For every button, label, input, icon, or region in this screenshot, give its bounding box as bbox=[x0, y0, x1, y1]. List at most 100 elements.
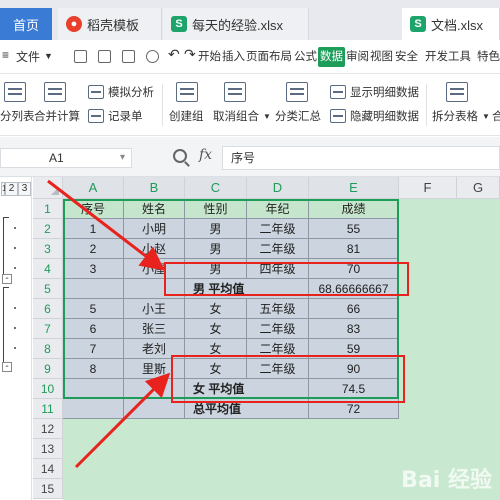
tab-start[interactable]: 开始 bbox=[197, 47, 222, 67]
name-box[interactable]: A1 ▾ bbox=[0, 148, 132, 168]
table-cell[interactable]: 五年级 bbox=[247, 299, 309, 319]
row-header[interactable]: 10 bbox=[33, 379, 63, 399]
table-cell[interactable]: 6 bbox=[63, 319, 124, 339]
record-form-button[interactable]: 记录单 bbox=[88, 108, 143, 124]
table-cell[interactable]: 男 bbox=[185, 259, 247, 279]
outline-level-2-button[interactable]: 2 bbox=[5, 182, 18, 196]
tab-page-layout[interactable]: 页面布局 bbox=[245, 47, 293, 67]
table-cell[interactable]: 四年级 bbox=[247, 259, 309, 279]
table-cell[interactable]: 二年级 bbox=[247, 239, 309, 259]
row-header[interactable]: 5 bbox=[33, 279, 63, 299]
tab-data[interactable]: 数据 bbox=[318, 47, 345, 67]
tab-file-experience[interactable]: S 每天的经验.xlsx bbox=[163, 8, 309, 40]
table-cell[interactable]: 70 bbox=[309, 259, 399, 279]
tab-file-document[interactable]: S 文档.xlsx bbox=[402, 8, 500, 40]
table-cell[interactable]: 81 bbox=[309, 239, 399, 259]
subtotal-label-cell[interactable]: 男 平均值 bbox=[185, 279, 309, 299]
table-cell[interactable] bbox=[124, 399, 185, 419]
row-header[interactable]: 12 bbox=[33, 419, 63, 439]
column-header[interactable]: E bbox=[309, 177, 399, 199]
row-header[interactable]: 3 bbox=[33, 239, 63, 259]
row-header[interactable]: 9 bbox=[33, 359, 63, 379]
column-header[interactable]: C bbox=[185, 177, 247, 199]
table-cell[interactable] bbox=[124, 279, 185, 299]
row-header[interactable]: 2 bbox=[33, 219, 63, 239]
table-cell[interactable]: 55 bbox=[309, 219, 399, 239]
table-cell[interactable]: 66 bbox=[309, 299, 399, 319]
table-cell[interactable] bbox=[63, 379, 124, 399]
table-header-cell[interactable]: 成绩 bbox=[309, 199, 399, 219]
tab-view[interactable]: 视图 bbox=[369, 47, 394, 67]
cell-grid[interactable]: 序号 姓名 性别 年纪 成绩 1 小明 男 二年级 55 2 小赵 男 二年级 … bbox=[63, 199, 500, 500]
export-pdf-icon[interactable] bbox=[98, 50, 111, 63]
table-cell[interactable]: 二年级 bbox=[247, 359, 309, 379]
row-header[interactable]: 1 bbox=[33, 199, 63, 219]
row-header[interactable]: 13 bbox=[33, 439, 63, 459]
undo-icon[interactable]: ↶ bbox=[168, 46, 180, 63]
table-cell[interactable]: 59 bbox=[309, 339, 399, 359]
table-cell[interactable]: 女 bbox=[185, 299, 247, 319]
table-cell[interactable]: 老刘 bbox=[124, 339, 185, 359]
formula-input[interactable]: 序号 bbox=[222, 146, 500, 170]
subtotal-value-cell[interactable]: 68.66666667 bbox=[309, 279, 399, 299]
outline-collapse-button[interactable]: - bbox=[2, 274, 12, 284]
row-header[interactable]: 6 bbox=[33, 299, 63, 319]
table-cell[interactable]: 5 bbox=[63, 299, 124, 319]
tab-security[interactable]: 安全 bbox=[394, 47, 419, 67]
table-cell[interactable]: 3 bbox=[63, 259, 124, 279]
table-cell[interactable]: 小赵 bbox=[124, 239, 185, 259]
zoom-icon[interactable] bbox=[173, 149, 187, 163]
table-cell[interactable]: 8 bbox=[63, 359, 124, 379]
split-list-button[interactable]: 分列表 bbox=[0, 108, 35, 124]
print-preview-icon[interactable] bbox=[146, 50, 159, 63]
table-cell[interactable]: 2 bbox=[63, 239, 124, 259]
subtotal-value-cell[interactable]: 74.5 bbox=[309, 379, 399, 399]
row-header[interactable]: 8 bbox=[33, 339, 63, 359]
chevron-down-icon[interactable]: ▼ bbox=[44, 51, 53, 61]
row-header[interactable]: 7 bbox=[33, 319, 63, 339]
table-cell[interactable] bbox=[63, 279, 124, 299]
ungroup-button[interactable]: 取消组合 ▼ bbox=[213, 108, 271, 124]
grand-total-value-cell[interactable]: 72 bbox=[309, 399, 399, 419]
column-header[interactable]: G bbox=[457, 177, 500, 199]
table-header-cell[interactable]: 姓名 bbox=[124, 199, 185, 219]
redo-icon[interactable]: ↷ bbox=[184, 46, 196, 63]
row-header[interactable]: 4 bbox=[33, 259, 63, 279]
table-cell[interactable]: 二年级 bbox=[247, 219, 309, 239]
save-icon[interactable] bbox=[74, 50, 87, 63]
column-header[interactable]: A bbox=[63, 177, 124, 199]
row-header[interactable]: 11 bbox=[33, 399, 63, 419]
table-cell[interactable]: 7 bbox=[63, 339, 124, 359]
table-header-cell[interactable]: 序号 bbox=[63, 199, 124, 219]
show-detail-button[interactable]: 显示明细数据 bbox=[330, 84, 419, 100]
table-cell[interactable]: 女 bbox=[185, 339, 247, 359]
column-header[interactable]: F bbox=[399, 177, 457, 199]
table-cell[interactable]: 女 bbox=[185, 319, 247, 339]
table-cell[interactable]: 二年级 bbox=[247, 319, 309, 339]
file-menu[interactable]: 文件 bbox=[16, 48, 40, 65]
table-header-cell[interactable]: 性别 bbox=[185, 199, 247, 219]
subtotal-button[interactable]: 分类汇总 bbox=[275, 108, 321, 124]
hamburger-icon[interactable]: ≡ bbox=[2, 48, 9, 62]
print-icon[interactable] bbox=[122, 50, 135, 63]
tab-review[interactable]: 审阅 bbox=[345, 47, 370, 67]
tab-home[interactable]: 首页 bbox=[0, 8, 52, 40]
outline-level-3-button[interactable]: 3 bbox=[18, 182, 31, 196]
what-if-analysis-button[interactable]: 模拟分析 bbox=[88, 84, 154, 100]
table-cell[interactable]: 女 bbox=[185, 359, 247, 379]
table-cell[interactable]: 小明 bbox=[124, 219, 185, 239]
table-cell[interactable]: 83 bbox=[309, 319, 399, 339]
column-header[interactable]: D bbox=[247, 177, 309, 199]
merge-calc-button[interactable]: 合并计算 bbox=[34, 108, 80, 124]
create-group-button[interactable]: 创建组 bbox=[169, 108, 204, 124]
column-header[interactable]: B bbox=[124, 177, 185, 199]
select-all-corner[interactable] bbox=[33, 177, 63, 199]
split-table-button[interactable]: 拆分表格 ▼ bbox=[432, 108, 490, 124]
table-cell[interactable]: 张三 bbox=[124, 319, 185, 339]
table-cell[interactable] bbox=[124, 379, 185, 399]
table-cell[interactable]: 男 bbox=[185, 239, 247, 259]
table-header-cell[interactable]: 年纪 bbox=[247, 199, 309, 219]
tab-developer[interactable]: 开发工具 bbox=[424, 47, 472, 67]
table-cell[interactable]: 小屋 bbox=[124, 259, 185, 279]
tab-daoke-templates[interactable]: ● 稻壳模板 bbox=[58, 8, 162, 40]
